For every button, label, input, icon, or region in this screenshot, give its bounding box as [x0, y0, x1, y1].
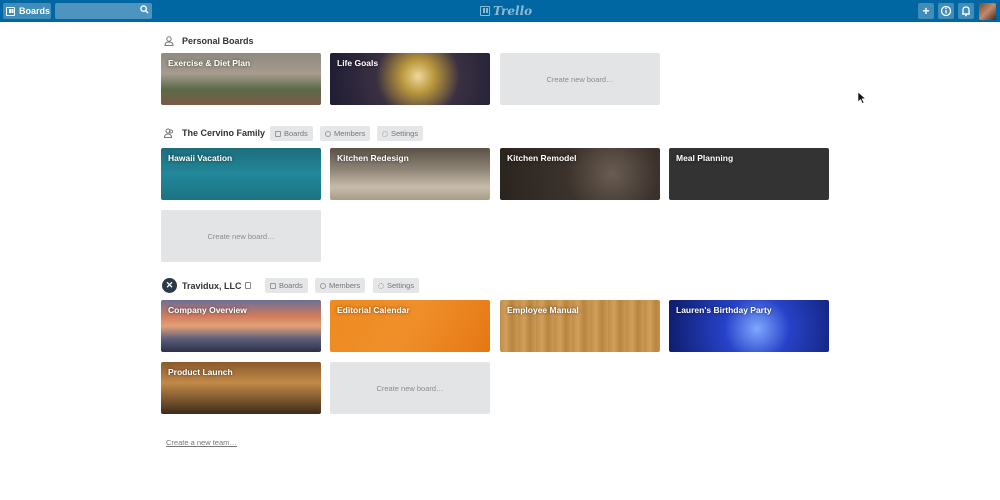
team-settings-label: Settings [387, 281, 415, 290]
board-tile[interactable]: Editorial Calendar [330, 300, 490, 352]
mouse-cursor-icon [858, 92, 867, 104]
create-team-link[interactable]: Create a new team… [166, 438, 237, 447]
boards-mini-icon [270, 282, 276, 289]
board-tile[interactable]: Hawaii Vacation [161, 148, 321, 200]
search-icon[interactable] [140, 5, 149, 14]
notifications-button[interactable] [958, 3, 974, 19]
team-boards-label: Boards [279, 281, 303, 290]
team-members-button[interactable]: Members [320, 126, 371, 141]
team-members-label: Members [329, 281, 361, 290]
boards-icon [6, 6, 15, 16]
info-button[interactable] [938, 3, 954, 19]
add-button[interactable]: + [918, 3, 934, 19]
board-tile[interactable]: Employee Manual [500, 300, 660, 352]
bell-icon [962, 6, 970, 17]
boards-button-label: Boards [19, 6, 51, 16]
board-tile[interactable]: Meal Planning [669, 148, 829, 200]
team-logo: ✕ [162, 278, 177, 293]
top-bar: Boards Trello + [0, 0, 1000, 22]
info-icon [940, 5, 952, 17]
personal-boards-heading: Personal Boards [164, 36, 254, 46]
board-tile-title: Exercise & Diet Plan [168, 58, 251, 68]
lock-icon [245, 282, 251, 289]
person-icon [164, 36, 174, 46]
board-tile-title: Company Overview [168, 305, 247, 315]
team-title: Travidux, LLC [182, 280, 242, 291]
boards-button[interactable]: Boards [3, 3, 51, 19]
board-tile[interactable]: Exercise & Diet Plan [161, 53, 321, 105]
trello-logo[interactable]: Trello [480, 3, 532, 19]
team-boards-button[interactable]: Boards [270, 126, 313, 141]
board-tile-title: Employee Manual [507, 305, 579, 315]
board-tile[interactable]: Life Goals [330, 53, 490, 105]
members-mini-icon [325, 130, 331, 137]
team-members-label: Members [334, 129, 366, 138]
boards-mini-icon [275, 130, 281, 137]
team-members-button[interactable]: Members [315, 278, 366, 293]
user-avatar[interactable] [979, 3, 996, 20]
board-tile-title: Editorial Calendar [337, 305, 410, 315]
gear-icon [378, 282, 384, 289]
board-tile-title: Kitchen Redesign [337, 153, 409, 163]
board-tile-title: Kitchen Remodel [507, 153, 577, 163]
board-tile[interactable]: Product Launch [161, 362, 321, 414]
team-heading: ✕ Travidux, LLC [162, 278, 242, 293]
team-settings-label: Settings [391, 129, 419, 138]
group-icon [164, 128, 174, 138]
board-tile[interactable]: Kitchen Redesign [330, 148, 490, 200]
team-boards-button[interactable]: Boards [265, 278, 308, 293]
team-boards-label: Boards [284, 129, 308, 138]
board-tile[interactable]: Lauren's Birthday Party [669, 300, 829, 352]
create-board-tile[interactable]: Create new board… [330, 362, 490, 414]
team-heading: The Cervino Family [164, 128, 265, 138]
personal-boards-title: Personal Boards [182, 36, 254, 46]
team-title: The Cervino Family [182, 128, 266, 138]
create-board-tile[interactable]: Create new board… [161, 210, 321, 262]
team-settings-button[interactable]: Settings [377, 126, 424, 141]
team-settings-button[interactable]: Settings [373, 278, 420, 293]
board-tile-title: Hawaii Vacation [168, 153, 233, 163]
board-tile-title: Meal Planning [676, 153, 734, 163]
search-input[interactable] [55, 3, 152, 19]
board-tile-title: Life Goals [337, 58, 379, 68]
create-board-tile[interactable]: Create new board… [500, 53, 660, 105]
trello-logo-text: Trello [493, 4, 533, 18]
members-mini-icon [320, 282, 326, 289]
board-tile[interactable]: Company Overview [161, 300, 321, 352]
board-tile-title: Lauren's Birthday Party [676, 305, 772, 315]
trello-logo-icon [480, 6, 490, 16]
board-tile[interactable]: Kitchen Remodel [500, 148, 660, 200]
gear-icon [382, 130, 388, 137]
board-tile-title: Product Launch [168, 367, 233, 377]
